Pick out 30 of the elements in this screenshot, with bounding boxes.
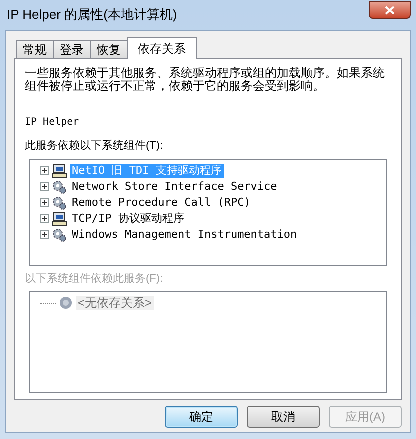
tree-item[interactable]: Remote Procedure Call (RPC) [70,196,253,210]
expand-icon[interactable] [40,214,49,223]
tab[interactable]: 登录 [53,40,91,59]
section-label: 以下系统组件依赖此服务(F): [25,272,164,286]
tab[interactable]: 恢复 [90,40,128,59]
tab[interactable]: 依存关系 [127,37,197,59]
tree-item[interactable]: TCP/IP 协议驱动程序 [70,212,186,226]
window-title: IP Helper 的属性(本地计算机) [6,6,178,24]
expand-icon[interactable] [40,230,49,239]
tree-line [40,302,56,304]
expand-icon[interactable] [40,198,49,207]
dialog-button[interactable]: 取消 [247,406,320,428]
description-text: 一些服务依赖于其他服务、系统驱动程序或组的加载顺序。如果系统组件被停止或运行不正常，依赖于它的服务会受到影响。 [25,67,386,93]
computer-icon [52,164,67,178]
tree-item[interactable]: Windows Management Instrumentation [70,228,300,242]
gears-icon [52,196,67,210]
service-name: IP Helper [25,116,80,130]
disabled-component-icon [59,296,73,310]
tree-item[interactable]: Network Store Interface Service [70,180,280,194]
tree-view[interactable]: NetIO 旧 TDI 支持驱动程序 Network Store Interface Service Remote Procedure Call (RPC) TCP/IP 协议驱动程序 Windows Management Instrumentation [29,158,387,266]
computer-icon [52,212,67,226]
gears-icon [52,180,67,194]
expand-icon[interactable] [40,166,49,175]
section-label: 此服务依赖以下系统组件(T): [25,138,164,154]
gears-icon [52,228,67,242]
expand-icon[interactable] [40,182,49,191]
close-button[interactable] [369,1,411,19]
dialog-button[interactable]: 确定 [165,406,238,428]
close-icon [385,6,395,14]
tab[interactable]: 常规 [16,40,54,59]
